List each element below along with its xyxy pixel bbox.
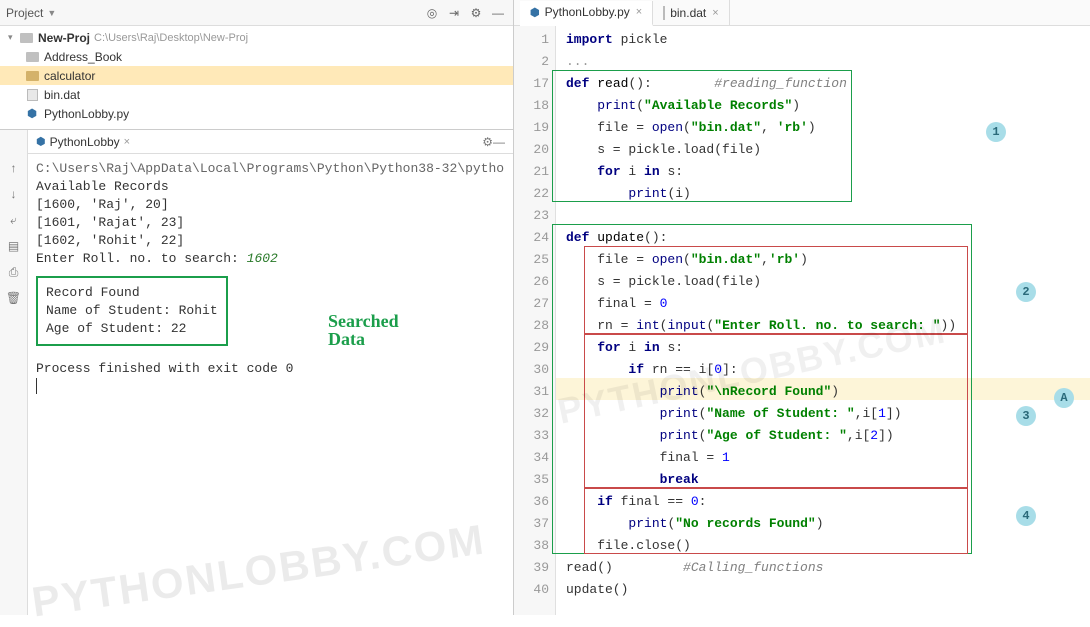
project-tree: ▾ New-Proj C:\Users\Raj\Desktop\New-Proj… xyxy=(0,26,513,125)
tab-label: bin.dat xyxy=(670,6,706,20)
badge-1: 1 xyxy=(986,122,1006,142)
cursor-icon xyxy=(36,378,37,394)
tree-item-bin-dat[interactable]: bin.dat xyxy=(0,85,513,104)
tree-item-address-book[interactable]: Address_Book xyxy=(0,47,513,66)
file-icon xyxy=(27,89,38,101)
tree-item-pythonlobby[interactable]: ⬢ PythonLobby.py xyxy=(0,104,513,123)
tree-item-label: PythonLobby.py xyxy=(44,107,129,121)
gear-icon[interactable]: ⚙ xyxy=(467,4,485,22)
line-gutter: 1217181920212223242526272829303132333435… xyxy=(514,26,556,615)
layout-icon[interactable]: ▤ xyxy=(6,238,22,254)
close-icon[interactable]: × xyxy=(712,7,718,19)
console-path: C:\Users\Raj\AppData\Local\Programs\Pyth… xyxy=(36,160,505,178)
close-icon[interactable]: × xyxy=(124,136,130,148)
record-line: Age of Student: 22 xyxy=(46,320,218,338)
python-file-icon: ⬢ xyxy=(530,6,540,19)
run-toolbar: ↑ ↓ ⤶ ▤ ⎙ 🗑 xyxy=(0,130,28,615)
arrow-down-icon[interactable]: ↓ xyxy=(6,186,22,202)
project-root-name: New-Proj xyxy=(38,31,90,45)
run-tab-label[interactable]: PythonLobby xyxy=(50,135,120,149)
project-root[interactable]: ▾ New-Proj C:\Users\Raj\Desktop\New-Proj xyxy=(0,28,513,47)
code-area[interactable]: import pickle ... def read(): #reading_f… xyxy=(556,26,1090,615)
tree-item-label: calculator xyxy=(44,69,95,83)
tab-bin-dat[interactable]: bin.dat × xyxy=(653,0,729,25)
tab-pythonlobby[interactable]: ⬢ PythonLobby.py × xyxy=(520,1,653,26)
trash-icon[interactable]: 🗑 xyxy=(6,290,22,306)
tree-item-label: bin.dat xyxy=(44,88,80,102)
console-exit: Process finished with exit code 0 xyxy=(36,360,505,378)
arrow-up-icon[interactable]: ↑ xyxy=(6,160,22,176)
project-panel-title: Project xyxy=(6,6,43,20)
file-icon xyxy=(663,7,665,19)
folder-icon xyxy=(26,71,39,81)
badge-3: 3 xyxy=(1016,406,1036,426)
console-line: [1602, 'Rohit', 22] xyxy=(36,232,505,250)
console-line: [1601, 'Rajat', 23] xyxy=(36,214,505,232)
console-prompt: Enter Roll. no. to search: 1602 xyxy=(36,250,505,268)
wrap-icon[interactable]: ⤶ xyxy=(6,212,22,228)
editor-tab-bar: ⬢ PythonLobby.py × bin.dat × xyxy=(514,0,1090,26)
project-panel-header: Project ▼ ◎ ⇥ ⚙ — xyxy=(0,0,513,26)
badge-4: 4 xyxy=(1016,506,1036,526)
folder-icon xyxy=(20,33,33,43)
hide-icon[interactable]: — xyxy=(489,4,507,22)
badge-2: 2 xyxy=(1016,282,1036,302)
project-root-path: C:\Users\Raj\Desktop\New-Proj xyxy=(94,32,248,44)
tab-label: PythonLobby.py xyxy=(545,5,630,19)
target-icon[interactable]: ◎ xyxy=(423,4,441,22)
record-line: Name of Student: Rohit xyxy=(46,302,218,320)
python-run-icon: ⬢ xyxy=(36,135,46,148)
badge-a: A xyxy=(1054,388,1074,408)
record-line: Record Found xyxy=(46,284,218,302)
annotation-searched-data: Searched Data xyxy=(328,312,399,348)
console-line: [1600, 'Raj', 20] xyxy=(36,196,505,214)
tree-item-label: Address_Book xyxy=(44,50,122,64)
tree-item-calculator[interactable]: calculator xyxy=(0,66,513,85)
close-icon[interactable]: × xyxy=(636,6,642,18)
hide-icon[interactable]: — xyxy=(493,135,505,149)
run-tab-bar: ⬢ PythonLobby × ⚙ — xyxy=(28,130,513,154)
gear-icon[interactable]: ⚙ xyxy=(482,135,493,149)
print-icon[interactable]: ⎙ xyxy=(6,264,22,280)
record-found-box: Record Found Name of Student: Rohit Age … xyxy=(36,276,228,346)
python-file-icon: ⬢ xyxy=(24,107,40,121)
chevron-down-icon[interactable]: ▾ xyxy=(8,32,18,43)
console-line: Available Records xyxy=(36,178,505,196)
collapse-icon[interactable]: ⇥ xyxy=(445,4,463,22)
editor-body[interactable]: 1217181920212223242526272829303132333435… xyxy=(514,26,1090,615)
folder-icon xyxy=(26,52,39,62)
chevron-down-icon[interactable]: ▼ xyxy=(47,8,56,18)
console-output[interactable]: C:\Users\Raj\AppData\Local\Programs\Pyth… xyxy=(28,154,513,406)
